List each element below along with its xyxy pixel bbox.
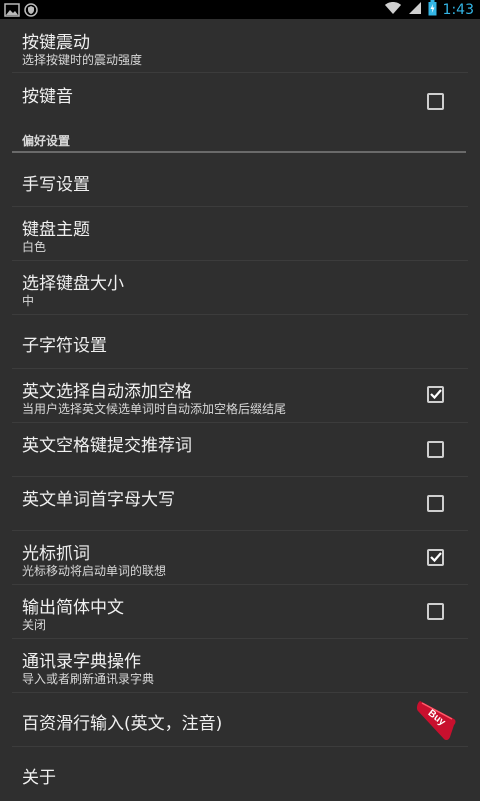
setting-title: 通讯录字典操作 [22,652,141,672]
setting-capitalize[interactable]: 英文单词首字母大写 [0,477,480,531]
checkmark-icon [430,389,442,400]
space-commit-checkbox[interactable] [427,441,444,458]
setting-title: 光标抓词 [22,544,90,564]
setting-title: 选择键盘大小 [22,274,124,294]
key-sound-checkbox[interactable] [427,93,444,110]
setting-keyboard-theme[interactable]: 键盘主题 白色 [0,207,480,261]
setting-summary: 选择按键时的震动强度 [22,53,143,67]
signal-icon [408,0,422,19]
setting-title: 输出简体中文 [22,598,124,618]
setting-swipe-input[interactable]: 百资滑行输入(英文，注音) Buy [0,693,480,747]
setting-about[interactable]: 关于 [0,747,480,801]
section-title: 偏好设置 [22,134,71,148]
section-header-preferences: 偏好设置 [0,127,480,153]
setting-title: 百资滑行输入(英文，注音) [22,714,223,734]
simplified-chinese-checkbox[interactable] [427,603,444,620]
wifi-icon [384,0,402,19]
status-bar: 1:43 [0,0,480,19]
status-time: 1:43 [442,1,474,18]
setting-title: 按键音 [22,87,73,107]
checkmark-icon [430,552,442,563]
battery-charging-icon [428,0,437,20]
capitalize-checkbox[interactable] [427,495,444,512]
setting-title: 关于 [22,768,56,788]
setting-summary: 当用户选择英文候选单词时自动添加空格后缀结尾 [22,402,287,416]
setting-summary: 中 [22,294,35,308]
cursor-word-checkbox[interactable] [427,549,444,566]
setting-keyboard-size[interactable]: 选择键盘大小 中 [0,261,480,315]
setting-summary: 白色 [22,240,47,254]
setting-sub-characters[interactable]: 子字符设置 [0,315,480,369]
setting-cursor-word[interactable]: 光标抓词 光标移动将启动单词的联想 [0,531,480,585]
setting-title: 键盘主题 [22,220,90,240]
setting-title: 英文空格键提交推荐词 [22,436,192,456]
auto-space-checkbox[interactable] [427,386,444,403]
setting-summary: 关闭 [22,618,47,632]
setting-summary: 导入或者刷新通讯录字典 [22,672,155,686]
setting-title: 英文单词首字母大写 [22,490,175,510]
settings-list: 按键震动 选择按键时的震动强度 按键音 偏好设置 手写设置 键盘主题 白色 选择… [0,19,480,801]
setting-title: 按键震动 [22,33,90,53]
setting-summary: 光标移动将启动单词的联想 [22,564,167,578]
setting-handwriting[interactable]: 手写设置 [0,153,480,207]
setting-key-vibration[interactable]: 按键震动 选择按键时的震动强度 [0,19,480,73]
setting-title: 手写设置 [22,175,90,195]
setting-title: 子字符设置 [22,336,107,356]
setting-auto-space[interactable]: 英文选择自动添加空格 当用户选择英文候选单词时自动添加空格后缀结尾 [0,369,480,423]
setting-space-commit[interactable]: 英文空格键提交推荐词 [0,423,480,477]
setting-contacts-dictionary[interactable]: 通讯录字典操作 导入或者刷新通讯录字典 [0,639,480,693]
setting-key-sound[interactable]: 按键音 [0,73,480,127]
buy-badge[interactable]: Buy [414,699,458,743]
setting-simplified-chinese[interactable]: 输出简体中文 关闭 [0,585,480,639]
setting-title: 英文选择自动添加空格 [22,382,192,402]
